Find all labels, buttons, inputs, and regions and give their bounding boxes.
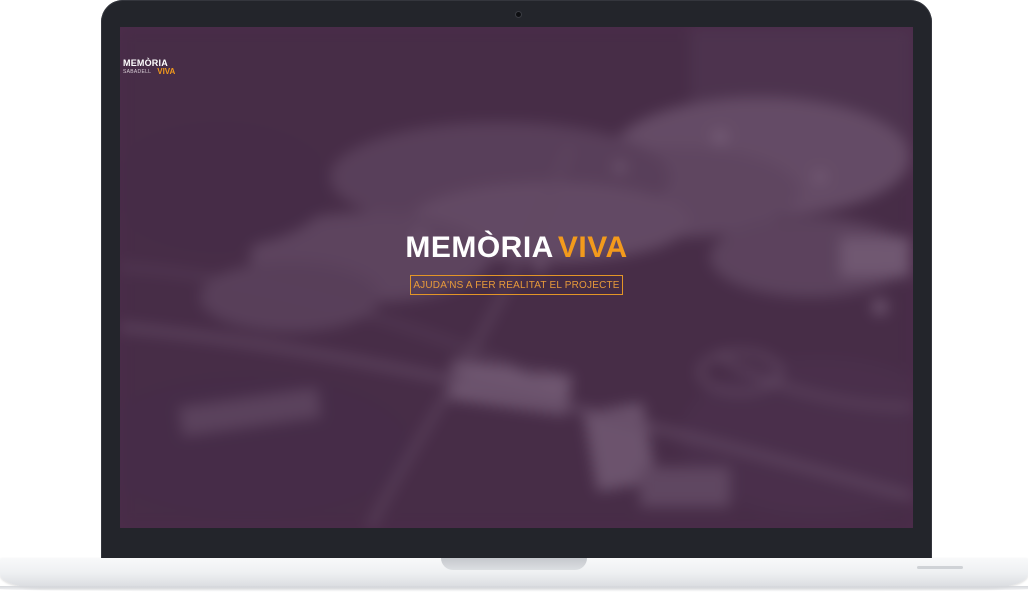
laptop-shadow [0,586,1028,592]
site-logo[interactable]: MEMÒRIA SABADELL VIVA [123,59,175,84]
site-logo-subtitle: SABADELL [123,69,152,75]
laptop-base-indicator [917,566,963,569]
laptop-lid: MEMÒRIA SABADELL VIVA MEMÒRIA VIVA AJUDA'N… [101,0,932,565]
hero-title-primary: MEMÒRIA [405,231,554,264]
hero-title: MEMÒRIA VIVA [120,233,913,263]
laptop-opening-notch [441,558,587,570]
hero-section: MEMÒRIA VIVA AJUDA'NS A FER REALITAT EL P… [120,233,913,295]
website-screen: MEMÒRIA SABADELL VIVA MEMÒRIA VIVA AJUDA'N… [120,27,913,528]
webcam-dot-icon [516,12,521,17]
laptop-mockup: MEMÒRIA SABADELL VIVA MEMÒRIA VIVA AJUDA'N… [0,0,1028,592]
hero-title-accent: VIVA [557,231,628,264]
support-project-button[interactable]: AJUDA'NS A FER REALITAT EL PROJECTE [410,275,623,295]
site-logo-accent: VIVA [157,67,176,76]
